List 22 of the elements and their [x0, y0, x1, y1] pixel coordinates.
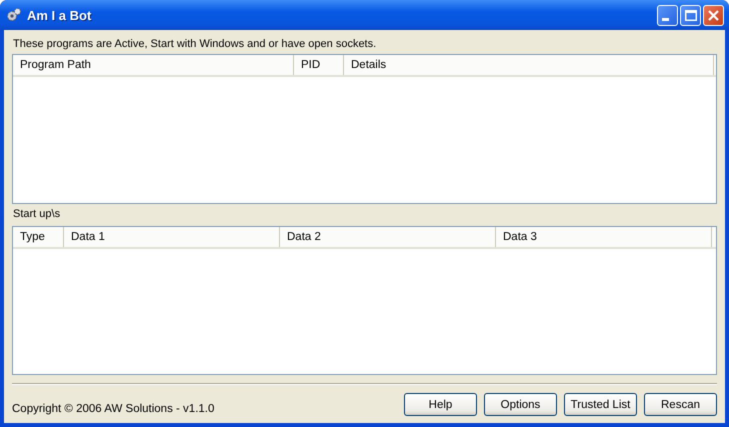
column-header[interactable]: PID: [294, 55, 344, 75]
maximize-button[interactable]: [680, 4, 701, 26]
action-button[interactable]: Options: [484, 393, 557, 416]
action-button[interactable]: Rescan: [644, 393, 717, 416]
minimize-icon: [662, 18, 669, 20]
gears-icon: [6, 7, 22, 23]
copyright-text: Copyright © 2006 AW Solutions - v1.1.0: [12, 403, 214, 416]
column-header[interactable]: Type: [13, 227, 64, 247]
close-button[interactable]: [703, 4, 724, 26]
section-label: These programs are Active, Start with Windows and or have open sockets.: [12, 37, 378, 51]
window-title: Am I a Bot: [27, 8, 92, 22]
section-label: Start up\s: [12, 207, 62, 222]
action-button[interactable]: Trusted List: [564, 393, 637, 416]
column-header[interactable]: Data 3: [496, 227, 712, 247]
close-icon: [708, 10, 719, 20]
column-header[interactable]: Data 1: [64, 227, 280, 247]
maximize-icon: [684, 10, 696, 20]
column-header[interactable]: Program Path: [13, 55, 294, 75]
column-header[interactable]: Details: [344, 55, 714, 75]
minimize-button[interactable]: [657, 4, 678, 26]
column-header[interactable]: Data 2: [280, 227, 496, 247]
action-button[interactable]: Help: [404, 393, 477, 416]
